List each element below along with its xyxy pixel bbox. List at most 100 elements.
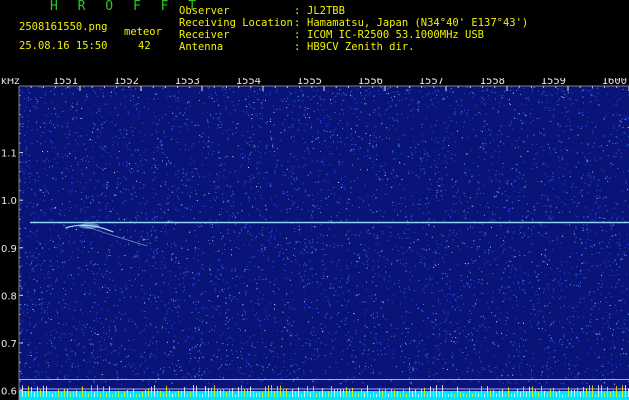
noise-dot xyxy=(560,296,562,298)
noise-dot xyxy=(262,90,264,92)
noise-dot xyxy=(433,251,435,253)
noise-dot xyxy=(304,270,306,272)
noise-dot xyxy=(430,98,432,100)
noise-dot xyxy=(492,163,494,164)
noise-dot xyxy=(398,286,400,288)
noise-dot xyxy=(116,372,118,373)
noise-dot xyxy=(448,235,450,237)
noise-dot xyxy=(185,271,187,273)
noise-dot xyxy=(154,216,156,218)
noise-dot xyxy=(438,290,440,292)
noise-dot xyxy=(323,264,325,265)
noise-dot xyxy=(81,241,83,242)
noise-dot xyxy=(581,189,583,191)
noise-dot xyxy=(40,286,41,288)
noise-dot xyxy=(60,249,62,251)
noise-dot xyxy=(445,338,447,340)
noise-dot xyxy=(359,301,361,303)
noise-dot xyxy=(507,381,509,383)
noise-dot xyxy=(258,125,260,127)
noise-dot xyxy=(236,298,238,300)
noise-dot xyxy=(523,280,525,282)
noise-dot xyxy=(440,234,442,236)
noise-dot xyxy=(381,122,383,124)
noise-dot xyxy=(106,187,108,189)
noise-dot xyxy=(330,137,331,139)
noise-dot xyxy=(177,311,178,313)
noise-dot xyxy=(575,226,577,228)
noise-dot xyxy=(327,220,329,222)
noise-dot xyxy=(320,342,322,344)
noise-dot xyxy=(311,126,312,128)
noise-dot xyxy=(235,132,236,134)
noise-dot xyxy=(533,365,535,366)
noise-dot xyxy=(91,330,92,332)
noise-dot xyxy=(31,143,33,145)
noise-dot xyxy=(315,225,317,227)
noise-dot xyxy=(550,120,552,122)
noise-dot xyxy=(122,291,124,293)
noise-dot xyxy=(443,98,445,100)
noise-dot xyxy=(111,338,113,340)
noise-dot xyxy=(265,204,267,206)
noise-dot xyxy=(149,356,151,358)
noise-dot xyxy=(424,86,426,88)
noise-dot xyxy=(31,188,33,190)
noise-dot xyxy=(138,244,140,246)
noise-dot xyxy=(226,282,228,284)
noise-dot xyxy=(330,118,332,120)
noise-dot xyxy=(131,285,133,287)
noise-dot xyxy=(502,300,504,302)
noise-dot xyxy=(610,296,612,297)
noise-dot xyxy=(215,113,217,115)
noise-dot xyxy=(227,321,229,323)
noise-dot xyxy=(91,270,93,272)
noise-dot xyxy=(461,100,463,102)
noise-dot xyxy=(53,88,55,90)
noise-dot xyxy=(552,176,554,178)
noise-dot xyxy=(199,357,200,359)
noise-dot xyxy=(391,248,393,250)
noise-dot xyxy=(146,159,148,161)
noise-dot xyxy=(525,114,527,116)
noise-dot xyxy=(85,160,87,162)
noise-dot xyxy=(66,323,67,325)
noise-dot xyxy=(298,99,300,101)
noise-dot xyxy=(530,251,532,253)
noise-dot xyxy=(272,350,274,352)
noise-dot xyxy=(143,370,145,372)
noise-dot xyxy=(566,95,568,97)
noise-dot xyxy=(569,256,571,258)
noise-dot xyxy=(521,103,523,105)
noise-dot xyxy=(612,329,614,331)
noise-dot xyxy=(419,90,421,92)
noise-dot xyxy=(405,134,407,136)
noise-dot xyxy=(317,103,318,105)
noise-dot xyxy=(310,98,312,100)
noise-dot xyxy=(575,99,577,101)
noise-dot xyxy=(290,136,292,138)
noise-dot xyxy=(601,274,602,276)
noise-dot xyxy=(233,91,235,93)
noise-dot xyxy=(475,114,477,116)
noise-dot xyxy=(218,278,220,280)
noise-dot xyxy=(559,307,561,308)
noise-dot xyxy=(519,351,521,353)
noise-dot xyxy=(216,118,218,120)
noise-dot xyxy=(128,169,130,171)
noise-dot xyxy=(516,140,518,142)
noise-dot xyxy=(262,226,264,228)
noise-dot xyxy=(583,277,585,279)
noise-dot xyxy=(152,226,154,228)
noise-dot xyxy=(545,256,547,258)
noise-dot xyxy=(227,139,229,140)
noise-dot xyxy=(270,235,272,237)
noise-dot xyxy=(226,364,228,366)
noise-dot xyxy=(307,194,309,196)
noise-dot xyxy=(563,99,565,101)
noise-dot xyxy=(407,366,409,368)
noise-dot xyxy=(47,366,49,368)
noise-dot xyxy=(569,365,571,367)
noise-dot xyxy=(438,299,439,300)
noise-dot xyxy=(523,329,525,331)
